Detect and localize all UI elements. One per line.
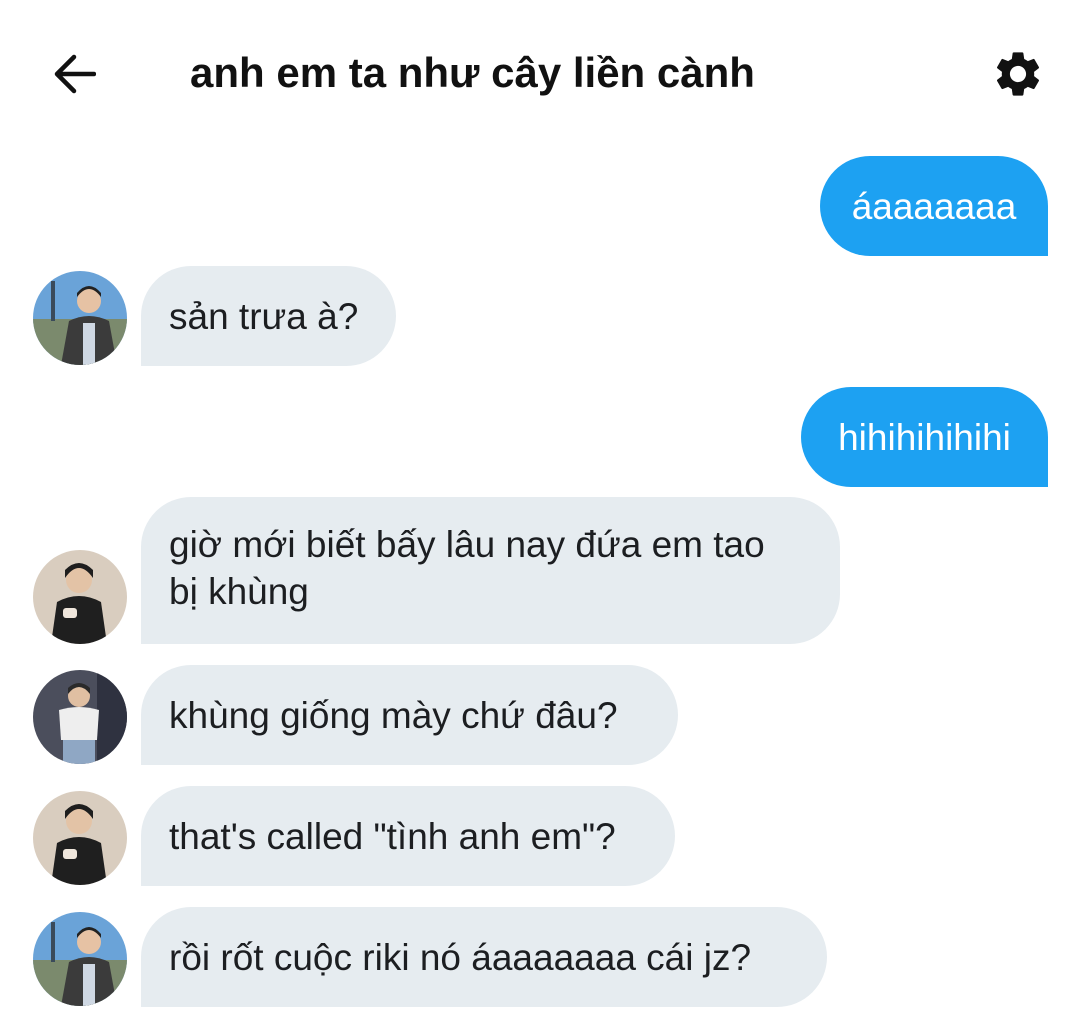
message-bubble-outgoing[interactable]: áaaaaaaa: [820, 156, 1048, 256]
message-bubble-outgoing[interactable]: hihihihihihi: [801, 387, 1048, 487]
message-text: hihihihihihi: [838, 416, 1011, 458]
back-button[interactable]: [48, 48, 100, 100]
chat-header: anh em ta như cây liền cành: [0, 0, 1080, 150]
message-bubble-incoming[interactable]: rồi rốt cuộc riki nó áaaaaaaa cái jz?: [141, 907, 827, 1007]
conversation-title: anh em ta như cây liền cành: [190, 49, 755, 96]
gear-icon: [996, 52, 1040, 96]
message-line: bị khùng: [169, 571, 309, 612]
settings-button[interactable]: [988, 44, 1048, 104]
avatar[interactable]: [33, 550, 127, 644]
avatar[interactable]: [33, 271, 127, 365]
avatar[interactable]: [33, 670, 127, 764]
message-line: giờ mới biết bấy lâu nay đứa em tao: [169, 524, 765, 565]
message-text: rồi rốt cuộc riki nó áaaaaaaa cái jz?: [169, 936, 752, 978]
message-bubble-incoming[interactable]: sản trưa à?: [141, 266, 396, 366]
message-bubble-incoming[interactable]: giờ mới biết bấy lâu nay đứa em tao bị k…: [141, 497, 840, 644]
message-text: áaaaaaaa: [851, 185, 1017, 227]
message-bubble-incoming[interactable]: that's called "tình anh em"?: [141, 786, 675, 886]
message-text: sản trưa à?: [169, 295, 359, 337]
message-text: that's called "tình anh em"?: [169, 815, 616, 857]
avatar[interactable]: [33, 912, 127, 1006]
message-text: khùng giống mày chứ đâu?: [169, 694, 618, 736]
message-text: giờ mới biết bấy lâu nay đứa em tao bị k…: [169, 521, 765, 615]
arrow-left-icon: [54, 54, 96, 94]
avatar[interactable]: [33, 791, 127, 885]
message-bubble-incoming[interactable]: khùng giống mày chứ đâu?: [141, 665, 678, 765]
